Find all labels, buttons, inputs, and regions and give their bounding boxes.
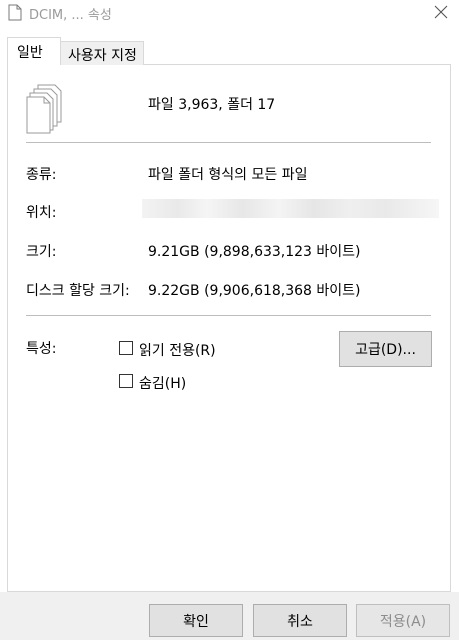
type-label: 종류: (26, 167, 57, 183)
tab-general[interactable]: 일반 (7, 37, 61, 65)
advanced-button[interactable]: 고급(D)... (339, 331, 432, 367)
readonly-checkbox[interactable] (119, 341, 133, 355)
type-value: 파일 폴더 형식의 모든 파일 (148, 167, 308, 183)
title-bar: DCIM, ... 속성 (0, 0, 459, 26)
hidden-checkbox[interactable] (119, 374, 133, 388)
disk-size-label: 디스크 할당 크기: (26, 283, 130, 299)
attributes-label: 특성: (26, 341, 57, 357)
window-title: DCIM, ... 속성 (29, 8, 112, 23)
hidden-label[interactable]: 숨김(H) (139, 373, 186, 393)
apply-button[interactable]: 적용(A) (356, 604, 450, 637)
disk-size-value: 9.22GB (9,906,618,368 바이트) (148, 283, 361, 299)
tab-panel-general (7, 64, 451, 592)
size-value: 9.21GB (9,898,633,123 바이트) (148, 244, 361, 260)
content-summary: 파일 3,963, 폴더 17 (148, 97, 276, 113)
multiple-files-icon (26, 84, 64, 134)
readonly-label[interactable]: 읽기 전용(R) (139, 340, 216, 360)
ok-button[interactable]: 확인 (149, 604, 243, 637)
tab-customize-label: 사용자 지정 (68, 48, 137, 64)
document-icon (8, 4, 22, 21)
size-label: 크기: (26, 244, 57, 260)
properties-dialog: DCIM, ... 속성 일반 사용자 지정 파일 3,963, 폴더 17 종… (0, 0, 459, 640)
cancel-button[interactable]: 취소 (253, 604, 347, 637)
separator (26, 315, 431, 316)
close-button[interactable] (426, 0, 456, 24)
separator (26, 142, 431, 143)
close-icon (434, 5, 448, 19)
tab-customize[interactable]: 사용자 지정 (60, 41, 144, 65)
tab-general-label: 일반 (17, 45, 43, 61)
location-value-redacted (142, 199, 439, 218)
location-label: 위치: (26, 205, 57, 221)
